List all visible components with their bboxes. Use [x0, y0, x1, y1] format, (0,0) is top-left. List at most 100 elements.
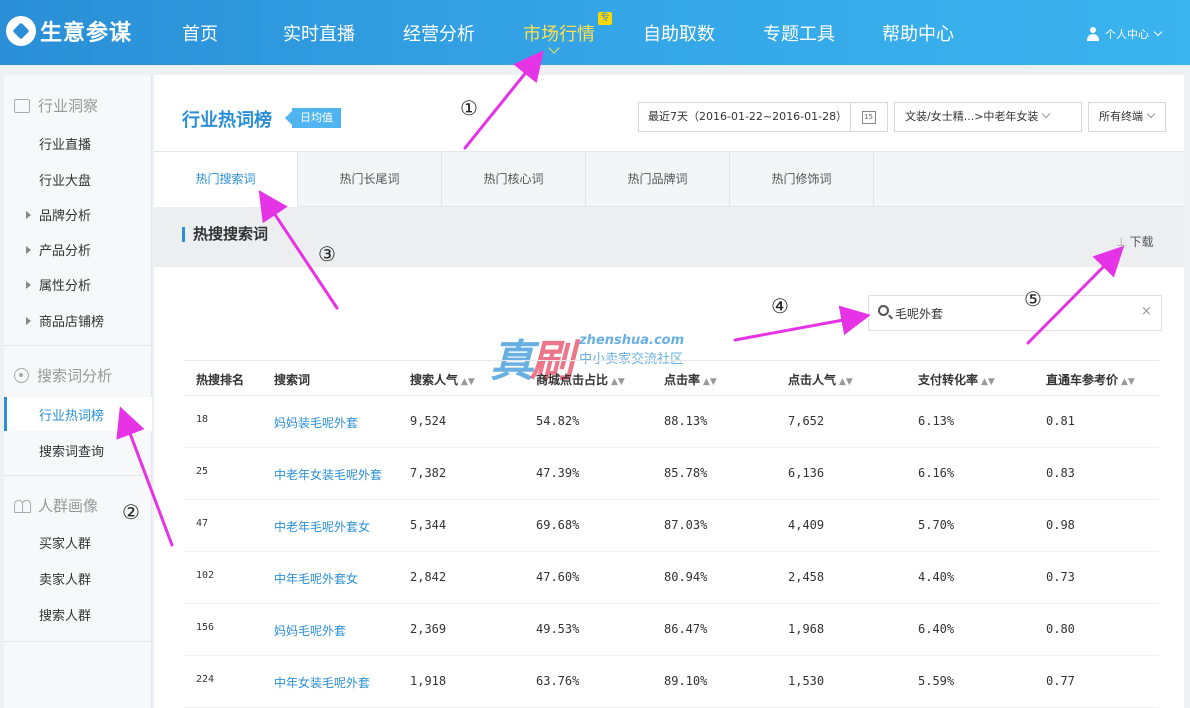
cell-rank: 18: [196, 414, 209, 425]
top-nav-bar: 生意参谋 首页 实时直播 经营分析 市场行情 专 自助取数 专题工具 帮助中心 …: [0, 0, 1190, 65]
tab-hot-search[interactable]: 热门搜索词: [154, 152, 298, 208]
table-row: 224 中年女装毛呢外套 1,918 63.76% 89.10% 1,530 5.59% 0.…: [184, 656, 1159, 708]
main-panel: 行业热词榜 日均值 最近7天（2016-01-22~2016-01-28） 15…: [154, 75, 1184, 708]
sidebar: 行业洞察 行业直播 行业大盘 品牌分析 产品分析 属性分析 商品店铺榜 搜索词分…: [4, 75, 152, 708]
column-header-cpc-price[interactable]: 直通车参考价 ▲▼: [1046, 371, 1135, 388]
section-title: 热搜搜索词: [182, 227, 268, 242]
cell-search-popularity: 9,524: [410, 414, 447, 428]
divider: [4, 641, 152, 642]
tab-brand-words[interactable]: 热门品牌词: [586, 152, 730, 207]
section-header: 热搜搜索词 ⊥ 下载: [154, 207, 1184, 267]
nav-item-realtime[interactable]: 实时直播: [283, 20, 355, 46]
brand-logo[interactable]: 生意参谋: [6, 14, 132, 48]
column-header-search-popularity[interactable]: 搜索人气 ▲▼: [410, 371, 475, 388]
sidebar-item-sellers[interactable]: 卖家人群: [39, 569, 91, 588]
brand-name: 生意参谋: [40, 21, 133, 46]
cell-rank: 47: [196, 518, 209, 529]
sidebar-item-search-query[interactable]: 搜索词查询: [39, 441, 104, 460]
cell-ctr: 80.94%: [664, 570, 708, 584]
sidebar-item-brand[interactable]: 品牌分析: [26, 205, 91, 224]
sidebar-item-label: 产品分析: [39, 244, 92, 259]
sidebar-group-search[interactable]: 搜索词分析: [14, 365, 112, 386]
cell-conversion: 4.40%: [918, 570, 955, 584]
category-select-value: 文装/女士精...>中老年女装: [905, 110, 1039, 123]
nav-item-home[interactable]: 首页: [182, 20, 218, 46]
cell-mall-click-share: 63.76%: [536, 674, 580, 688]
cell-ctr: 87.03%: [664, 518, 708, 532]
cell-mall-click-share: 47.60%: [536, 570, 580, 584]
clear-icon[interactable]: ×: [1141, 304, 1152, 319]
cell-keyword[interactable]: 中老年女装毛呢外套: [274, 466, 382, 483]
column-header-conversion[interactable]: 支付转化率 ▲▼: [918, 371, 995, 388]
chevron-down-icon: [1153, 27, 1163, 37]
tab-core-words[interactable]: 热门核心词: [442, 152, 586, 207]
sidebar-item-shop-rank[interactable]: 商品店铺榜: [26, 311, 104, 330]
cell-conversion: 6.40%: [918, 622, 955, 636]
column-header-ctr[interactable]: 点击率 ▲▼: [664, 371, 717, 388]
sidebar-item-hot-words[interactable]: 行业热词榜: [4, 397, 152, 431]
watermark-url: zhenshua.com: [579, 333, 685, 348]
download-button[interactable]: ⊥ 下载: [1116, 233, 1153, 250]
cell-mall-click-share: 54.82%: [536, 414, 580, 428]
sidebar-group-crowd[interactable]: 人群画像: [14, 495, 98, 516]
nav-item-tools[interactable]: 专题工具: [763, 20, 835, 46]
sort-icon: ▲▼: [611, 377, 625, 387]
sidebar-item-industry-overview[interactable]: 行业大盘: [39, 170, 91, 189]
date-range-label: 最近7天（2016-01-22~2016-01-28）: [648, 110, 848, 123]
nav-item-market[interactable]: 市场行情: [523, 20, 595, 46]
sidebar-item-searchers[interactable]: 搜索人群: [39, 605, 91, 624]
sidebar-item-attribute[interactable]: 属性分析: [26, 275, 91, 294]
eye-icon: [14, 368, 29, 383]
sidebar-item-label: 属性分析: [39, 279, 92, 294]
caret-right-icon: [26, 246, 31, 254]
sidebar-item-label: 商品店铺榜: [39, 315, 105, 330]
nav-item-self-service[interactable]: 自助取数: [643, 20, 715, 46]
cell-keyword[interactable]: 中年女装毛呢外套: [274, 674, 370, 691]
category-select[interactable]: 文装/女士精...>中老年女装: [894, 102, 1082, 132]
sidebar-group-label: 人群画像: [38, 497, 99, 515]
sort-icon: ▲▼: [461, 377, 475, 387]
cell-search-popularity: 7,382: [410, 466, 447, 480]
table-row: 47 中老年毛呢外套女 5,344 69.68% 87.03% 4,409 5.70% 0.9…: [184, 500, 1159, 552]
device-select[interactable]: 所有终端: [1088, 102, 1166, 132]
nav-item-business-analysis[interactable]: 经营分析: [403, 20, 475, 46]
cell-click-popularity: 1,968: [788, 622, 825, 636]
calendar-button[interactable]: 15: [850, 102, 886, 132]
sidebar-item-product[interactable]: 产品分析: [26, 240, 91, 259]
cell-cpc-price: 0.83: [1046, 466, 1075, 480]
cell-search-popularity: 2,369: [410, 622, 447, 636]
caret-right-icon: [26, 317, 31, 325]
sort-icon: ▲▼: [839, 377, 853, 387]
calendar-icon: 15: [861, 110, 876, 124]
cell-keyword[interactable]: 妈妈毛呢外套: [274, 622, 346, 639]
tab-long-tail[interactable]: 热门长尾词: [298, 152, 442, 207]
cell-ctr: 85.78%: [664, 466, 708, 480]
sidebar-item-industry-live[interactable]: 行业直播: [39, 134, 91, 153]
column-header-rank: 热搜排名: [196, 373, 245, 387]
table-row: 18 妈妈装毛呢外套 9,524 54.82% 88.13% 7,652 6.13% 0.81: [184, 396, 1159, 448]
cell-keyword[interactable]: 中年毛呢外套女: [274, 570, 358, 587]
nav-item-help[interactable]: 帮助中心: [882, 20, 954, 46]
cell-click-popularity: 7,652: [788, 414, 825, 428]
people-icon: [14, 499, 31, 513]
cell-ctr: 89.10%: [664, 674, 708, 688]
column-header-mall-click-share[interactable]: 商城点击占比 ▲▼: [536, 371, 625, 388]
cell-click-popularity: 1,530: [788, 674, 825, 688]
cell-conversion: 5.59%: [918, 674, 955, 688]
cell-cpc-price: 0.77: [1046, 674, 1075, 688]
table-row: 156 妈妈毛呢外套 2,369 49.53% 86.47% 1,968 6.40% 0.80: [184, 604, 1159, 656]
column-header-click-popularity[interactable]: 点击人气 ▲▼: [788, 371, 853, 388]
cell-keyword[interactable]: 中老年毛呢外套女: [274, 518, 370, 535]
sidebar-item-buyers[interactable]: 买家人群: [39, 533, 91, 552]
sidebar-group-label: 搜索词分析: [37, 367, 113, 385]
tab-modifier-words[interactable]: 热门修饰词: [730, 152, 874, 207]
search-box[interactable]: ×: [868, 295, 1162, 331]
search-input[interactable]: [895, 304, 1135, 322]
user-center-menu[interactable]: 个人中心: [1086, 26, 1163, 42]
table-header: 热搜排名 搜索词 搜索人气 ▲▼ 商城点击占比 ▲▼ 点击率 ▲▼ 点击人气 ▲▼ 支付…: [184, 360, 1159, 396]
sort-icon: ▲▼: [981, 377, 995, 387]
cell-keyword[interactable]: 妈妈装毛呢外套: [274, 414, 358, 431]
sidebar-group-industry[interactable]: 行业洞察: [14, 95, 98, 116]
user-icon: [1086, 27, 1100, 41]
cell-click-popularity: 6,136: [788, 466, 825, 480]
